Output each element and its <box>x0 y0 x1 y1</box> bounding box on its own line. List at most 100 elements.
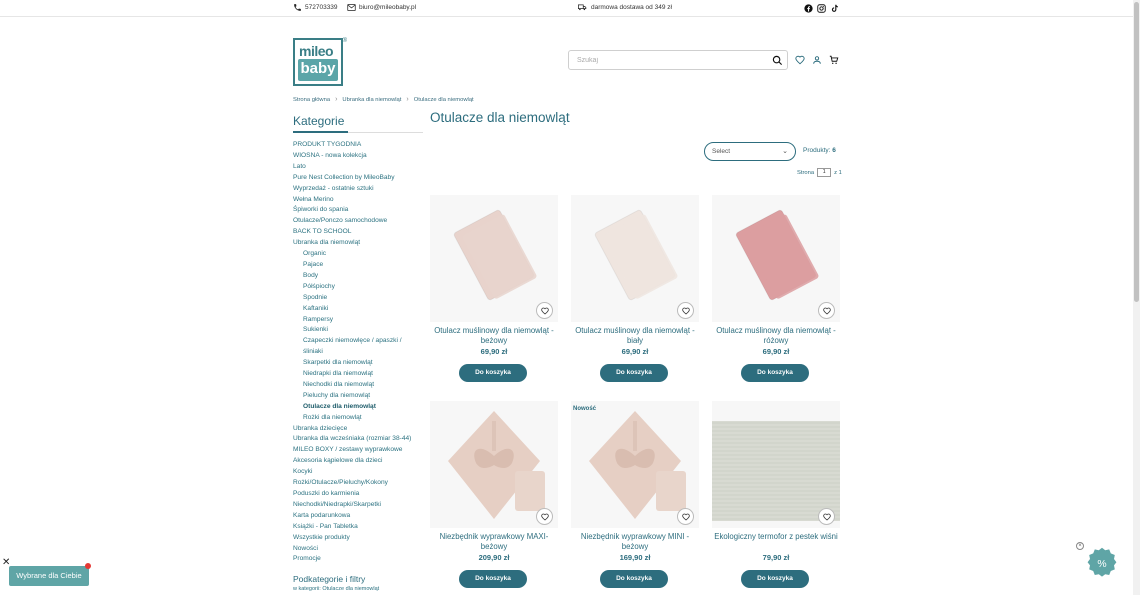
sidebar-divider-accent <box>293 131 348 133</box>
mail-icon <box>347 4 356 11</box>
product-name[interactable]: Otulacz muślinowy dla niemowląt - beżowy <box>430 326 558 346</box>
email-contact[interactable]: biuro@mileobaby.pl <box>347 3 416 12</box>
product-count-value: 6 <box>832 147 836 154</box>
category-item[interactable]: Książki - Pan Tabletka <box>293 522 428 533</box>
breadcrumb: Strona główna › Ubranka dla niemowląt › … <box>293 96 474 103</box>
subcategory-item[interactable]: Sukienki <box>293 325 428 336</box>
product-price: 69,90 zł <box>762 347 790 356</box>
subcategory-item[interactable]: Body <box>293 271 428 282</box>
category-item[interactable]: Kocyki <box>293 467 428 478</box>
add-to-cart-button[interactable]: Do koszyka <box>741 364 809 382</box>
category-item[interactable]: Promocje <box>293 554 428 565</box>
chevron-down-icon: ⌄ <box>782 148 788 155</box>
search-input[interactable] <box>577 54 762 67</box>
close-icon[interactable]: × <box>1076 542 1084 550</box>
heart-icon[interactable] <box>818 508 835 525</box>
product-name[interactable]: Otulacz muślinowy dla niemowląt - biały <box>571 326 699 346</box>
phone-icon <box>294 4 301 11</box>
product-name[interactable]: Niezbędnik wyprawkowy MINI - beżowy <box>571 532 699 552</box>
breadcrumb-current[interactable]: Otulacze dla niemowląt <box>414 97 474 103</box>
subcategory-item[interactable]: Półśpiochy <box>293 282 428 293</box>
product-price: 209,90 zł <box>478 553 510 562</box>
search-box <box>568 50 788 70</box>
subcategory-item[interactable]: Pajace <box>293 260 428 271</box>
recommended-button[interactable]: Wybrane dla Ciebie <box>9 563 91 586</box>
subcategory-item[interactable]: Kaftaniki <box>293 304 428 315</box>
product-count: Produkty: 6 <box>803 147 836 154</box>
subcategory-item[interactable]: Organic <box>293 249 428 260</box>
category-item[interactable]: Akcesoria kąpielowe dla dzieci <box>293 456 428 467</box>
heart-icon[interactable] <box>536 508 553 525</box>
account-user-icon[interactable] <box>812 55 822 65</box>
search-icon[interactable] <box>772 55 783 66</box>
new-badge: Nowość <box>573 406 597 412</box>
category-item[interactable]: Karta podarunkowa <box>293 511 428 522</box>
phone-contact[interactable]: 572703339 <box>293 3 338 12</box>
subcategory-item[interactable]: Niedrapki dla niemowląt <box>293 369 428 380</box>
top-bar: 572703339 biuro@mileobaby.pl darmowa dos… <box>0 0 1133 17</box>
product-name[interactable]: Niezbędnik wyprawkowy MAXI- beżowy <box>430 532 558 552</box>
subcategory-item[interactable]: Otulacze dla niemowląt <box>293 402 428 413</box>
logo-registered: ® <box>342 38 347 44</box>
shipping-info: darmowa dostawa od 349 zł <box>577 3 672 12</box>
breadcrumb-parent[interactable]: Ubranka dla niemowląt <box>342 97 401 103</box>
tiktok-icon[interactable] <box>829 3 839 13</box>
add-to-cart-button[interactable]: Do koszyka <box>600 364 668 382</box>
heart-icon[interactable] <box>677 302 694 319</box>
add-to-cart-button[interactable]: Do koszyka <box>459 364 527 382</box>
category-item[interactable]: Ubranka dla niemowląt <box>293 238 428 249</box>
product-name[interactable]: Otulacz muślinowy dla niemowląt - różowy <box>712 326 840 346</box>
category-item[interactable]: PRODUKT TYGODNIA <box>293 140 428 151</box>
breadcrumb-home[interactable]: Strona główna <box>293 97 330 103</box>
subcategory-item[interactable]: Rożki dla niemowląt <box>293 413 428 424</box>
facebook-icon[interactable] <box>803 3 813 13</box>
social-links <box>803 3 839 13</box>
heart-icon[interactable] <box>536 302 553 319</box>
scrollbar-thumb[interactable] <box>1134 2 1139 302</box>
category-item[interactable]: MILEO BOXY / zestawy wyprawkowe <box>293 445 428 456</box>
category-item[interactable]: Wszystkie produkty <box>293 533 428 544</box>
subcategory-item[interactable]: Skarpetki dla niemowląt <box>293 358 428 369</box>
subcategory-item[interactable]: Czapeczki niemowlęce / apaszki / <box>293 336 428 347</box>
add-to-cart-button[interactable]: Do koszyka <box>600 570 668 588</box>
page-scrollbar[interactable] <box>1133 0 1140 595</box>
category-item[interactable]: WIOSNA - nowa kolekcja <box>293 151 428 162</box>
subcategory-item[interactable]: Spodnie <box>293 293 428 304</box>
category-item[interactable]: Śpiworki do spania <box>293 205 428 216</box>
category-item[interactable]: Pure Nest Collection by MileoBaby <box>293 173 428 184</box>
category-item[interactable]: BACK TO SCHOOL <box>293 227 428 238</box>
instagram-icon[interactable] <box>816 3 826 13</box>
cart-icon[interactable] <box>829 55 839 65</box>
category-item[interactable]: Lato <box>293 162 428 173</box>
pagination-total: z 1 <box>834 169 842 176</box>
category-item[interactable]: Rożki/Otulacze/Pieluchy/Kokony <box>293 478 428 489</box>
product-name[interactable]: Ekologiczny termofor z pestek wiśni <box>712 532 840 542</box>
add-to-cart-button[interactable]: Do koszyka <box>459 570 527 588</box>
subcategory-item[interactable]: Pieluchy dla niemowląt <box>293 391 428 402</box>
wishlist-heart-icon[interactable] <box>795 55 805 65</box>
discount-badge-icon[interactable]: % <box>1086 547 1118 579</box>
category-item[interactable]: Otulacze/Ponczo samochodowe <box>293 216 428 227</box>
category-item[interactable]: Wyprzedaż - ostatnie sztuki <box>293 184 428 195</box>
site-logo[interactable]: mileo baby ® <box>293 38 347 86</box>
product-count-label: Produkty: <box>803 147 831 154</box>
category-item[interactable]: Niechodki/Niedrapki/Skarpetki <box>293 500 428 511</box>
category-item[interactable]: Nowości <box>293 544 428 555</box>
add-to-cart-button[interactable]: Do koszyka <box>741 570 809 588</box>
category-item[interactable]: Poduszki do karmienia <box>293 489 428 500</box>
subcategory-item[interactable]: Niechodki dla niemowląt <box>293 380 428 391</box>
logo-text-bottom: baby <box>298 59 338 81</box>
subcategory-item[interactable]: Rampersy <box>293 315 428 326</box>
category-item[interactable]: Ubranka dziecięce <box>293 424 428 435</box>
email-address: biuro@mileobaby.pl <box>359 4 417 11</box>
chevron-right-icon: › <box>406 96 409 103</box>
subcategory-item[interactable]: śliniaki <box>293 347 428 358</box>
category-item[interactable]: Ubranka dla wcześniaka (rozmiar 38-44) <box>293 434 428 445</box>
product-price: 69,90 zł <box>480 347 508 356</box>
category-item[interactable]: Wełna Merino <box>293 195 428 206</box>
heart-icon[interactable] <box>677 508 694 525</box>
page-number-input[interactable]: 1 <box>817 168 832 177</box>
heart-icon[interactable] <box>818 302 835 319</box>
sort-select[interactable]: Select ⌄ <box>704 142 796 161</box>
sidebar-title: Kategorie <box>293 114 345 128</box>
